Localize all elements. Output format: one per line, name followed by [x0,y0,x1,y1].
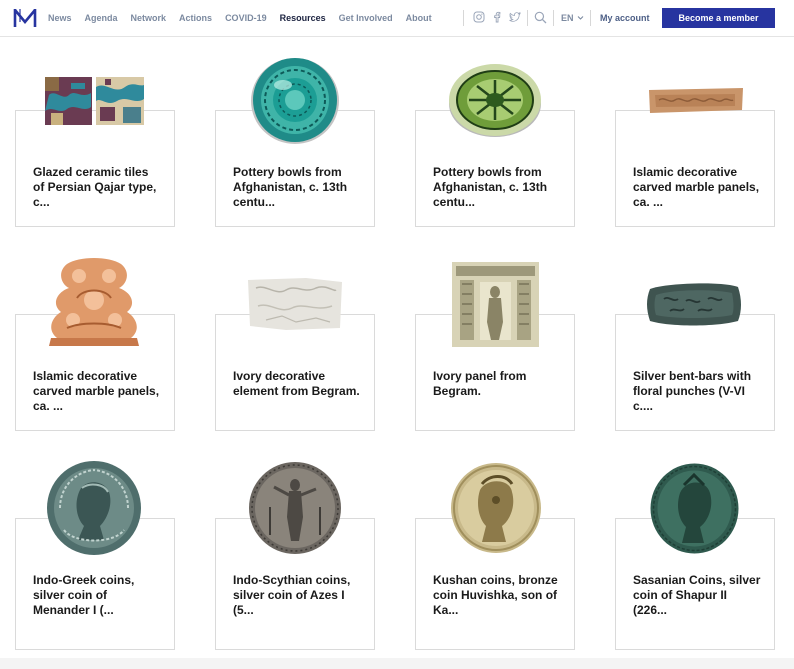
nav-covid-19[interactable]: COVID-19 [225,13,267,23]
card-title: Indo-Scythian coins, silver coin of Azes… [233,573,351,617]
ivory-panel-image[interactable] [450,260,541,349]
facebook-icon[interactable] [491,11,503,23]
marble-strip-image[interactable] [647,86,744,114]
nav-get-involved[interactable]: Get Involved [339,13,393,23]
resource-card[interactable]: Islamic decorative carved marble panels,… [615,110,775,227]
divider [527,10,528,26]
search-icon[interactable] [534,11,547,24]
indo-scythian-coin-image[interactable] [248,461,342,555]
divider [590,10,591,26]
site-header: News Agenda Network Actions COVID-19 Res… [0,0,794,37]
twitter-icon[interactable] [509,11,521,23]
card-title: Glazed ceramic tiles of Persian Qajar ty… [33,165,157,209]
divider [553,10,554,26]
instagram-icon[interactable] [473,11,485,23]
card-title: Ivory panel from Begram. [433,369,527,398]
card-title: Silver bent-bars with floral punches (V-… [633,369,752,413]
divider [463,10,464,26]
resource-card[interactable]: Silver bent-bars with floral punches (V-… [615,314,775,431]
nav-news[interactable]: News [48,13,72,23]
nav-agenda[interactable]: Agenda [85,13,118,23]
site-logo[interactable] [13,7,37,29]
become-member-button[interactable]: Become a member [662,8,775,28]
card-title: Islamic decorative carved marble panels,… [633,165,760,209]
indo-greek-coin-image[interactable] [46,460,142,556]
nav-about[interactable]: About [406,13,432,23]
turquoise-bowl-image[interactable] [250,55,340,145]
card-title: Islamic decorative carved marble panels,… [33,369,160,413]
resource-card[interactable]: Ivory decorative element from Begram. [215,314,375,431]
nav-actions[interactable]: Actions [179,13,212,23]
nav-resources[interactable]: Resources [280,13,326,23]
nav-network[interactable]: Network [131,13,167,23]
ivory-element-image[interactable] [246,276,344,331]
card-title: Indo-Greek coins, silver coin of Menande… [33,573,135,617]
persian-tiles-image[interactable] [45,77,144,125]
card-title: Sasanian Coins, silver coin of Shapur II… [633,573,761,617]
sasanian-coin-image[interactable] [650,463,739,554]
card-title: Pottery bowls from Afghanistan, c. 13th … [433,165,548,209]
silver-bar-image[interactable] [646,281,743,328]
resource-card[interactable]: Glazed ceramic tiles of Persian Qajar ty… [15,110,175,227]
page-bottom-band [0,658,794,669]
card-title: Kushan coins, bronze coin Huvishka, son … [433,573,558,617]
card-title: Ivory decorative element from Begram. [233,369,360,398]
main-nav: News Agenda Network Actions COVID-19 Res… [48,0,445,36]
green-bowl-image[interactable] [447,58,543,140]
language-selector[interactable]: EN [561,13,574,23]
card-title: Pottery bowls from Afghanistan, c. 13th … [233,165,348,209]
chevron-down-icon[interactable] [577,15,584,21]
terracotta-ornament-image[interactable] [47,258,141,348]
kushan-coin-image[interactable] [450,462,542,554]
my-account-link[interactable]: My account [600,13,650,23]
